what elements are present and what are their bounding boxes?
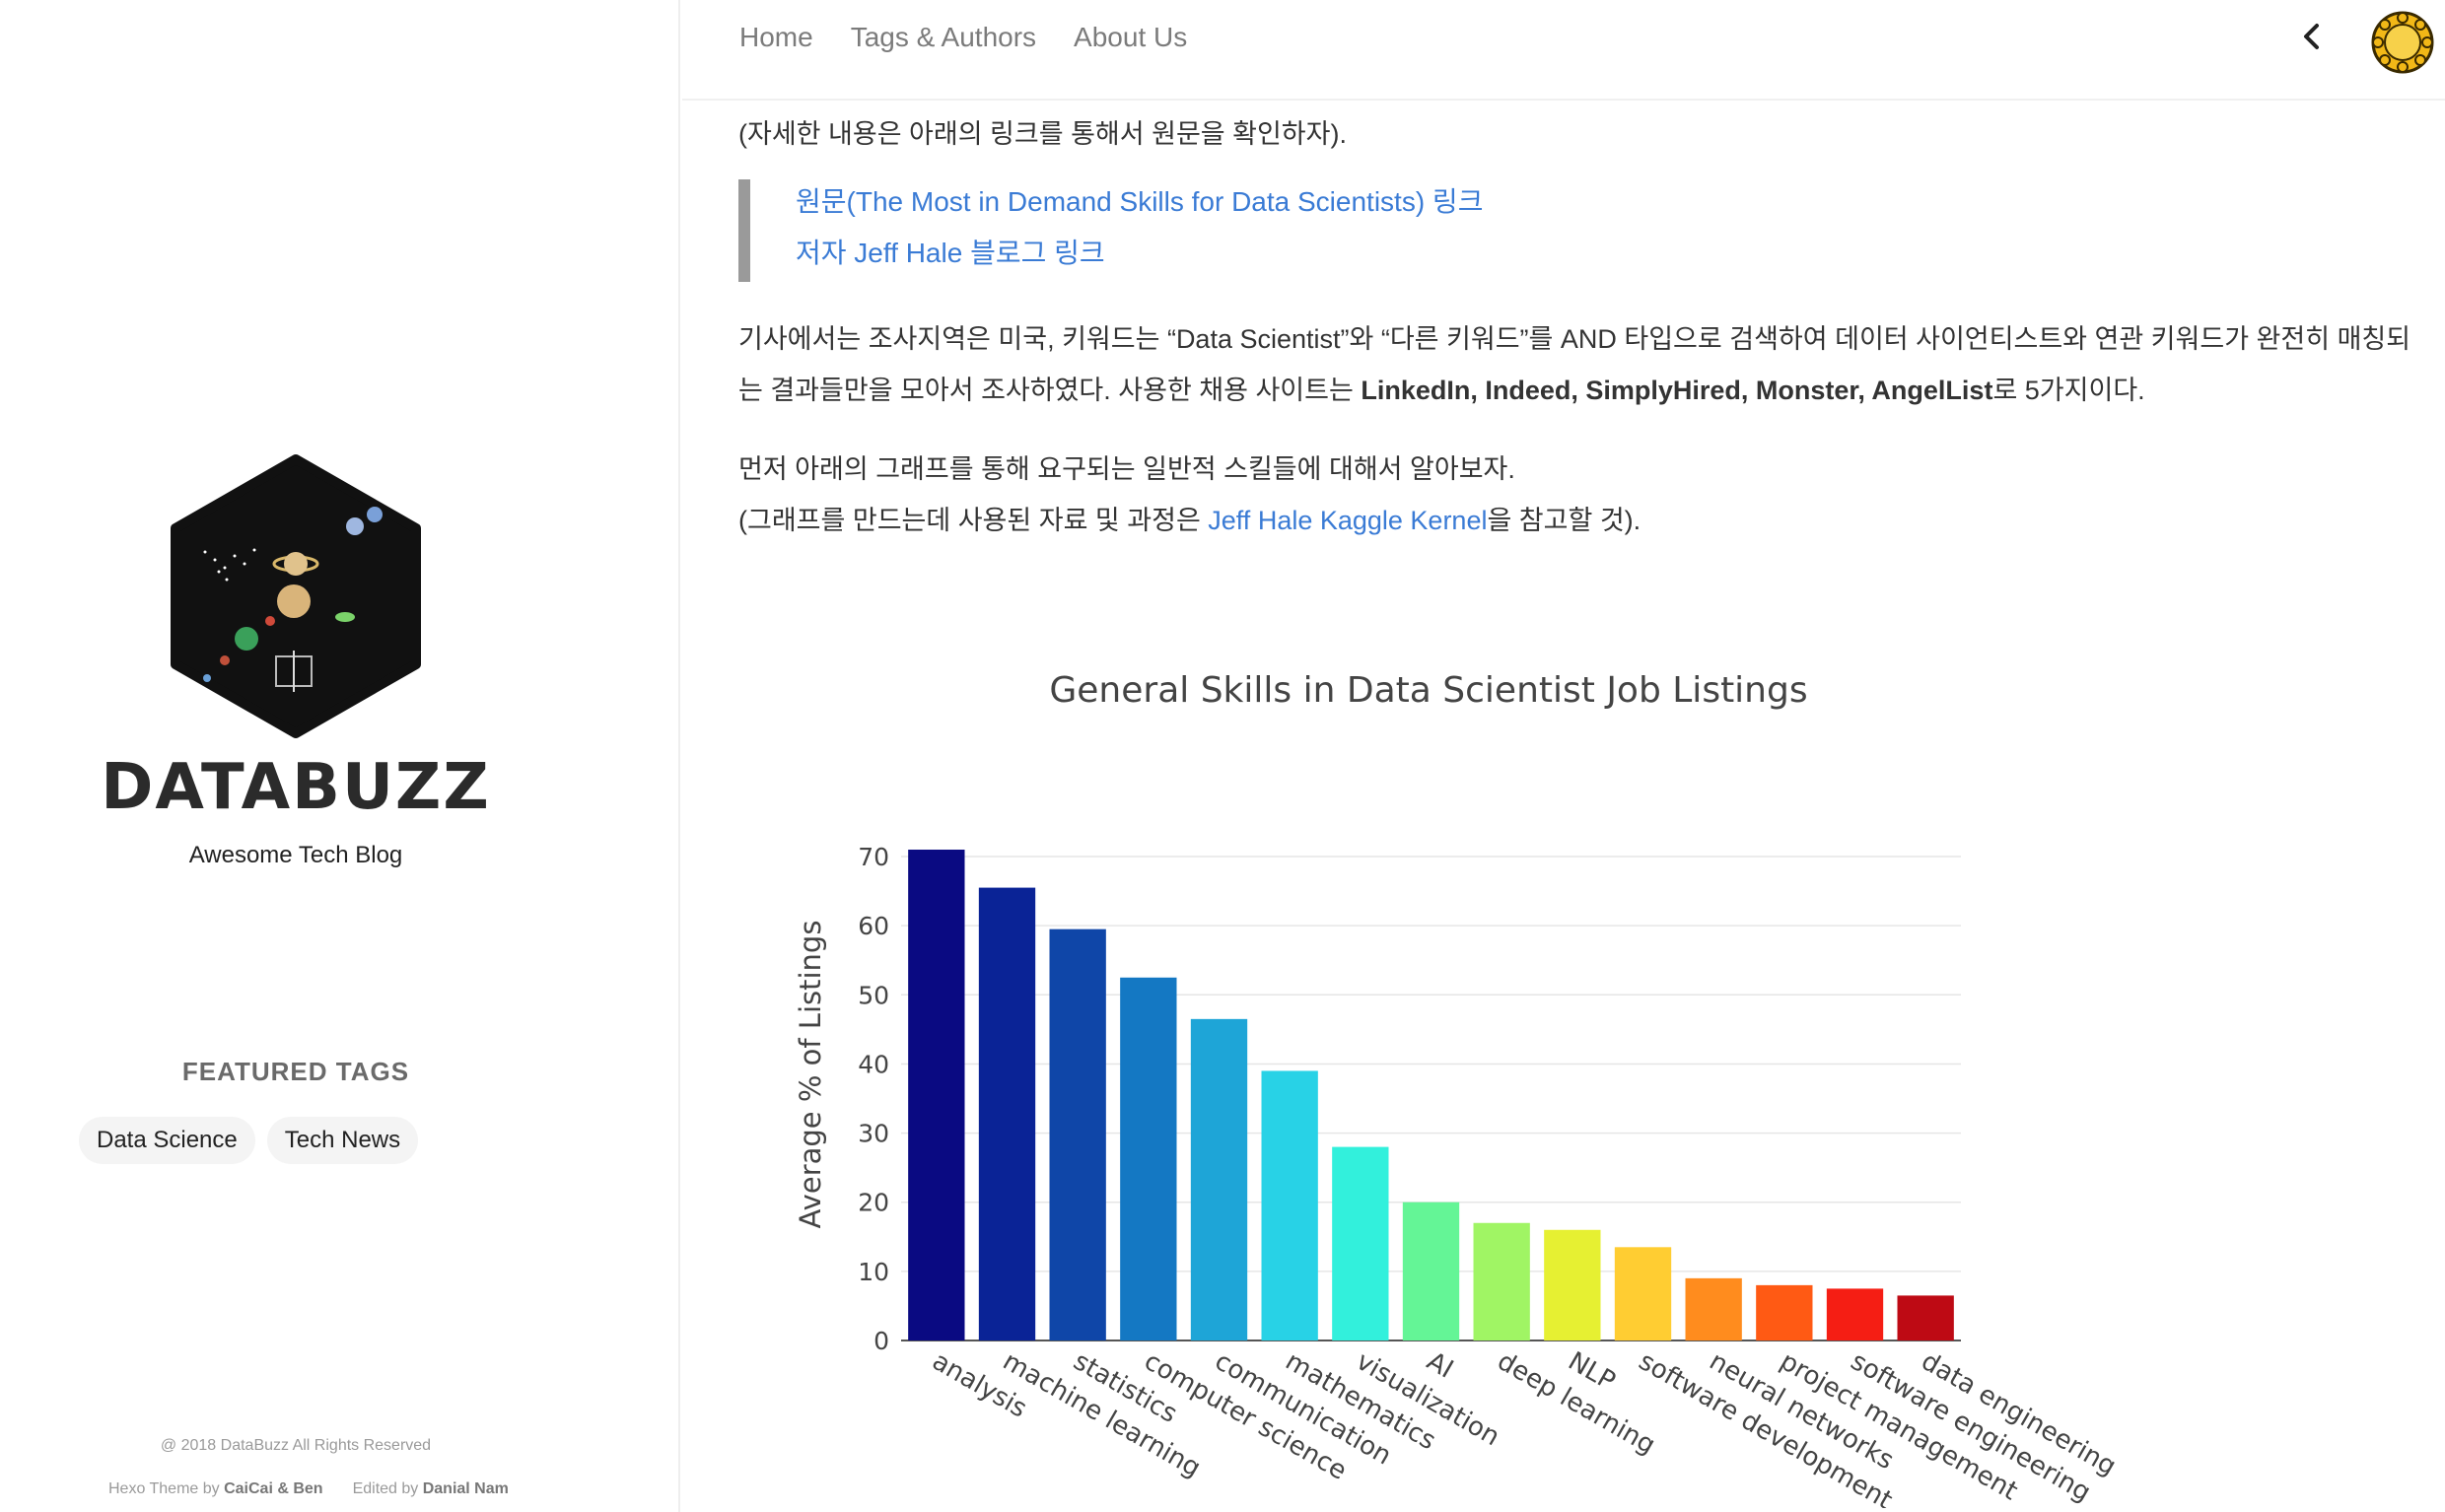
para2-end: 을 참고할 것). — [1487, 506, 1642, 535]
avatar[interactable] — [2370, 10, 2435, 75]
job-sites-list: LinkedIn, Indeed, SimplyHired, Monster, … — [1361, 376, 1993, 405]
bar[interactable] — [908, 850, 965, 1340]
y-axis-label: Average % of Listings — [794, 921, 827, 1229]
tag-tech-news[interactable]: Tech News — [266, 1117, 419, 1164]
featured-tags-list: Data Science Tech News — [79, 1117, 419, 1164]
y-tick-label: 70 — [858, 843, 889, 871]
chevron-left-icon[interactable] — [2297, 22, 2327, 51]
x-tick-labels: analysismachine learningstatisticscomput… — [927, 1346, 2119, 1508]
original-article-link[interactable]: 원문(The Most in Demand Skills for Data Sc… — [796, 179, 1483, 231]
theme-credit-prefix: Hexo Theme by — [108, 1480, 225, 1497]
bar[interactable] — [1261, 1070, 1318, 1340]
skills-bar-chart: General Skills in Data Scientist Job Lis… — [794, 670, 2119, 1508]
databuzz-logo[interactable] — [168, 453, 424, 739]
y-tick-label: 30 — [858, 1120, 889, 1148]
nav-about-us[interactable]: About Us — [1074, 22, 1187, 53]
nav-home[interactable]: Home — [739, 22, 813, 53]
bar[interactable] — [1897, 1295, 1954, 1340]
edited-by-prefix: Edited by — [352, 1480, 423, 1497]
y-tick-labels: 0 10 20 30 40 50 60 70 — [858, 843, 889, 1355]
bar[interactable] — [1402, 1202, 1460, 1340]
editor-link[interactable]: Danial Nam — [423, 1480, 509, 1497]
bar[interactable] — [1614, 1247, 1672, 1340]
y-tick-label: 10 — [858, 1258, 889, 1286]
nav-links: Home Tags & Authors About Us — [739, 22, 1187, 53]
y-tick-label: 60 — [858, 912, 889, 940]
site-title[interactable]: DATABUZZ — [0, 751, 592, 824]
theme-authors-link[interactable]: CaiCai & Ben — [224, 1480, 322, 1497]
bar[interactable] — [1544, 1229, 1601, 1340]
bar[interactable] — [1826, 1288, 1884, 1340]
intro-text: (자세한 내용은 아래의 링크를 통해서 원문을 확인하자). — [738, 119, 1347, 149]
para1-start: 는 결과들만을 모아서 조사하였다. 사용한 채용 사이트는 — [738, 376, 1362, 405]
paragraph-2-line-1: 먼저 아래의 그래프를 통해 요구되는 일반적 스킬들에 대해서 알아보자. — [738, 454, 1515, 484]
copyright-text: @ 2018 DataBuzz All Rights Reserved — [160, 1437, 432, 1454]
bar[interactable] — [1190, 1018, 1248, 1340]
featured-tags-title: FEATURED TAGS — [181, 1057, 410, 1086]
para2-start: (그래프를 만드는데 사용된 자료 및 과정은 — [738, 506, 1209, 535]
bar[interactable] — [1756, 1284, 1813, 1340]
author-blog-link[interactable]: 저자 Jeff Hale 블로그 링크 — [796, 231, 1483, 282]
paragraph-1-line-2: 는 결과들만을 모아서 조사하였다. 사용한 채용 사이트는 LinkedIn,… — [738, 369, 2145, 407]
paragraph-2-line-2: (그래프를 만드는데 사용된 자료 및 과정은 Jeff Hale Kaggle… — [738, 499, 1641, 537]
y-tick-label: 40 — [858, 1050, 889, 1078]
bar[interactable] — [1049, 928, 1106, 1340]
nav-tags-authors[interactable]: Tags & Authors — [851, 22, 1036, 53]
bars — [908, 850, 1954, 1340]
top-navigation: Home Tags & Authors About Us — [682, 0, 2445, 101]
bar[interactable] — [978, 887, 1036, 1340]
kaggle-kernel-link[interactable]: Jeff Hale Kaggle Kernel — [1208, 506, 1487, 535]
bar[interactable] — [1332, 1146, 1389, 1340]
para1-end: 로 5가지이다. — [1992, 376, 2145, 405]
footer-credits: Hexo Theme by CaiCai & Ben Edited by Dani… — [108, 1480, 509, 1498]
bar[interactable] — [1473, 1222, 1530, 1340]
site-subtitle: Awesome Tech Blog — [188, 842, 403, 868]
tag-data-science[interactable]: Data Science — [79, 1117, 255, 1164]
paragraph-1-line-1: 기사에서는 조사지역은 미국, 키워드는 “Data Scientist”와 “… — [738, 324, 2411, 354]
chart-title: General Skills in Data Scientist Job Lis… — [1049, 670, 1807, 711]
blockquote: 원문(The Most in Demand Skills for Data Sc… — [738, 179, 1483, 282]
bar[interactable] — [1120, 977, 1177, 1340]
x-tick-label: AI — [1422, 1346, 1458, 1385]
y-tick-label: 0 — [873, 1327, 889, 1355]
y-tick-label: 20 — [858, 1189, 889, 1217]
y-tick-label: 50 — [858, 981, 889, 1009]
bar[interactable] — [1685, 1277, 1742, 1340]
sidebar: DATABUZZ Awesome Tech Blog FEATURED TAGS… — [0, 0, 680, 1512]
